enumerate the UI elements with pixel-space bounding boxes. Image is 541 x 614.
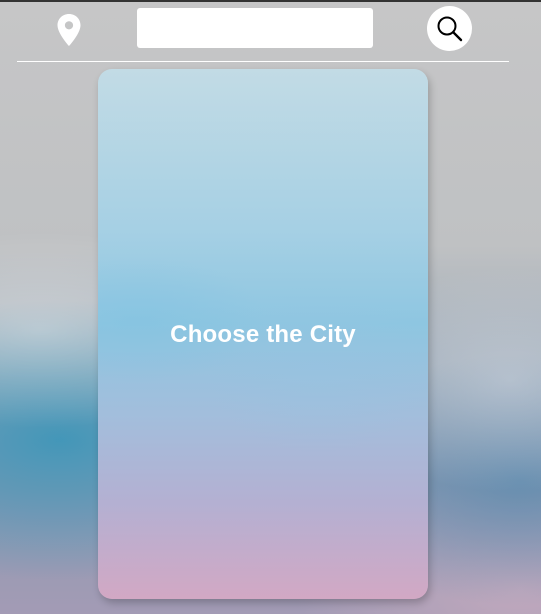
toolbar xyxy=(0,2,541,60)
magnifier-icon xyxy=(437,16,462,41)
city-search-input[interactable] xyxy=(137,8,373,48)
toolbar-divider xyxy=(17,61,509,62)
choose-city-message: Choose the City xyxy=(170,321,356,348)
weather-card: Choose the City xyxy=(98,69,428,599)
map-pin-icon xyxy=(57,14,81,46)
search-button[interactable] xyxy=(427,6,472,51)
location-button[interactable] xyxy=(52,10,86,50)
